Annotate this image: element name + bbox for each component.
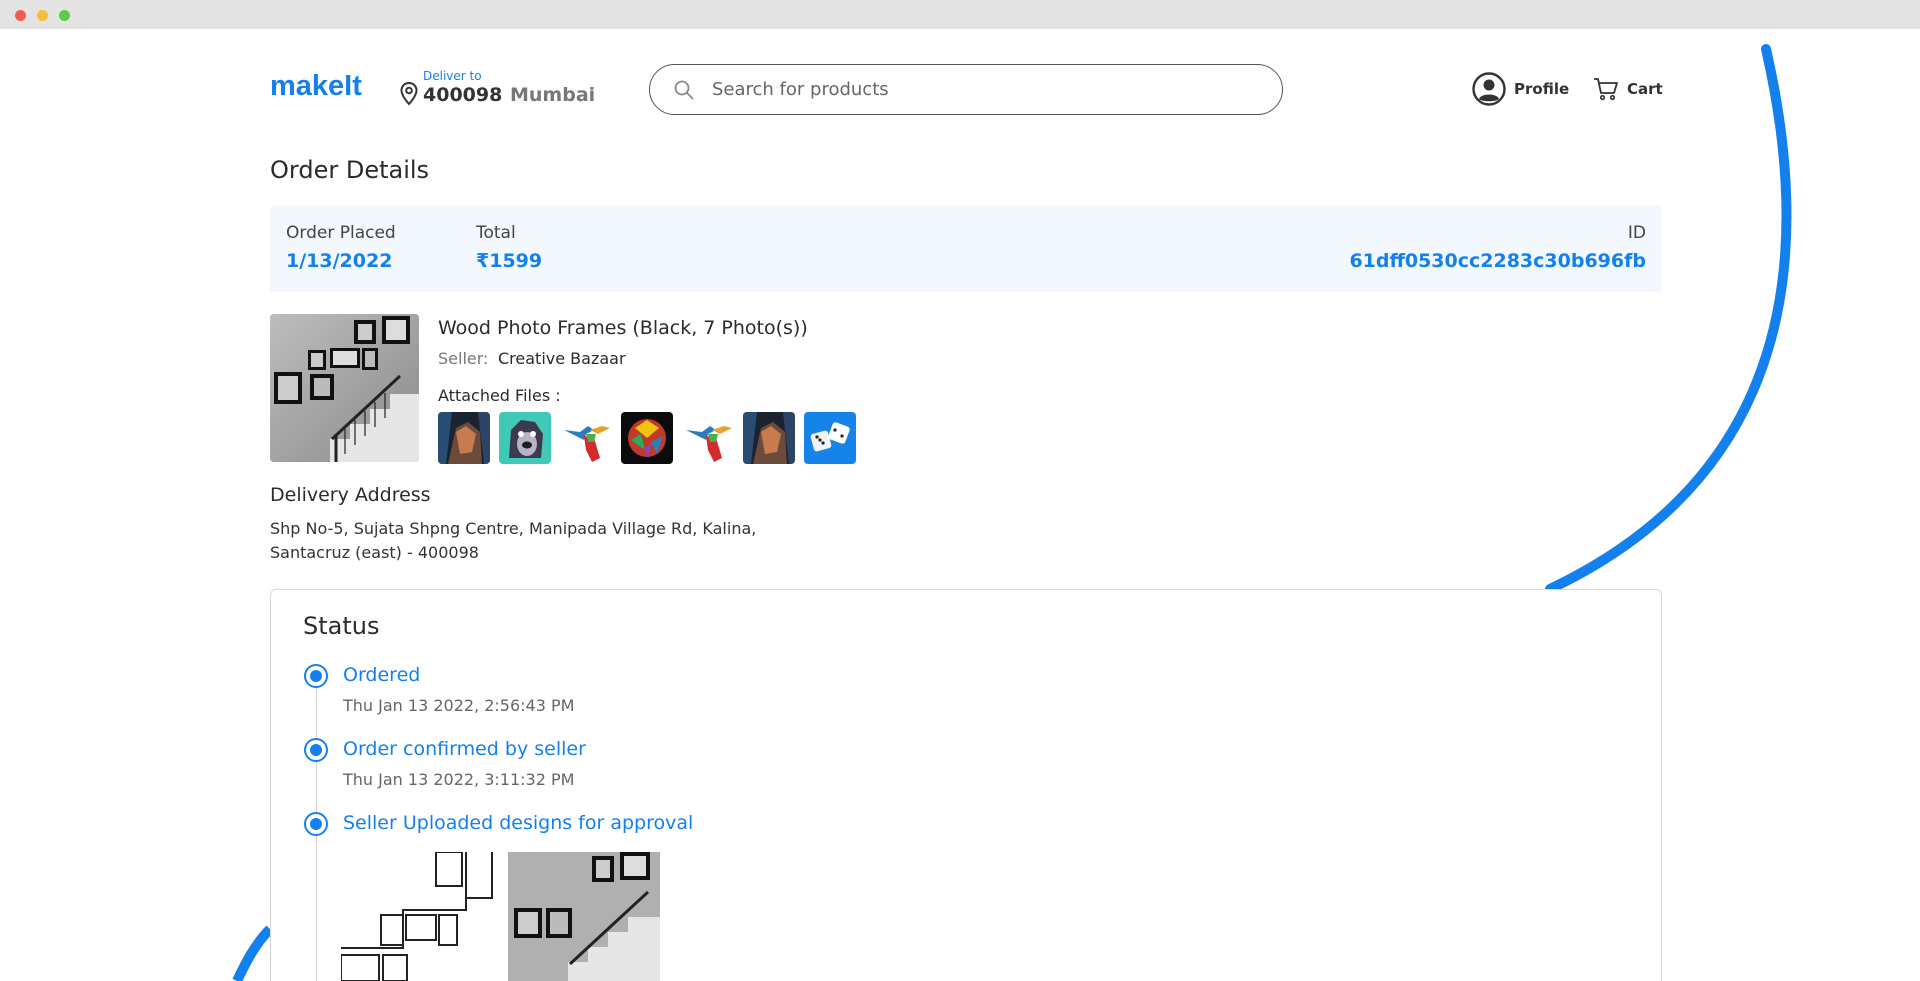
order-id-value: 61dff0530cc2283c30b696fb bbox=[1349, 250, 1646, 272]
search-input[interactable] bbox=[712, 79, 1232, 100]
order-summary-bar: Order Placed 1/13/2022 Total ₹1599 ID 61… bbox=[270, 205, 1662, 292]
seller-label: Seller: bbox=[438, 349, 489, 368]
product-thumbnail[interactable] bbox=[270, 314, 419, 462]
uploaded-design-preview[interactable] bbox=[508, 852, 660, 981]
attached-file-thumbnail[interactable] bbox=[804, 412, 856, 464]
search-bar[interactable] bbox=[649, 64, 1283, 115]
attached-file-thumbnail[interactable] bbox=[560, 412, 612, 464]
status-title: Status bbox=[303, 612, 380, 640]
uploaded-design-sketch[interactable] bbox=[341, 852, 493, 981]
profile-button[interactable]: Profile bbox=[1472, 72, 1569, 106]
browser-title-bar bbox=[0, 0, 1920, 29]
order-id-label: ID bbox=[1627, 223, 1646, 243]
timeline-step-time: Thu Jan 13 2022, 2:56:43 PM bbox=[343, 696, 575, 715]
attached-files-label: Attached Files : bbox=[438, 386, 561, 405]
timeline-step-title: Seller Uploaded designs for approval bbox=[343, 812, 694, 834]
order-total-value: ₹1599 bbox=[476, 250, 543, 272]
timeline-step-marker bbox=[304, 738, 328, 762]
seller-name[interactable]: Creative Bazaar bbox=[498, 349, 626, 368]
minimize-window-button[interactable] bbox=[37, 10, 48, 21]
attached-files-list bbox=[438, 412, 856, 464]
user-avatar-icon bbox=[1472, 72, 1506, 106]
page-viewport: makeIt Deliver to 400098 Mumbai Profile … bbox=[0, 29, 1920, 981]
timeline-step-marker bbox=[304, 812, 328, 836]
cart-button[interactable]: Cart bbox=[1593, 76, 1663, 102]
address-line-1: Shp No-5, Sujata Shpng Centre, Manipada … bbox=[270, 519, 757, 538]
timeline-step-marker bbox=[304, 664, 328, 688]
order-total-label: Total bbox=[476, 223, 516, 243]
delivery-address-title: Delivery Address bbox=[270, 484, 431, 506]
close-window-button[interactable] bbox=[15, 10, 26, 21]
attached-file-thumbnail[interactable] bbox=[438, 412, 490, 464]
order-placed-label: Order Placed bbox=[286, 223, 396, 243]
timeline-step-title: Order confirmed by seller bbox=[343, 738, 586, 760]
cart-label: Cart bbox=[1627, 80, 1663, 98]
attached-file-thumbnail[interactable] bbox=[743, 412, 795, 464]
delivery-city[interactable]: Mumbai bbox=[510, 84, 595, 106]
attached-file-thumbnail[interactable] bbox=[682, 412, 734, 464]
deliver-to-label: Deliver to bbox=[423, 69, 482, 83]
attached-file-thumbnail[interactable] bbox=[621, 412, 673, 464]
page-title: Order Details bbox=[270, 156, 430, 184]
profile-label: Profile bbox=[1514, 80, 1570, 98]
location-pin-icon bbox=[400, 82, 418, 106]
product-title[interactable]: Wood Photo Frames (Black, 7 Photo(s)) bbox=[438, 317, 808, 339]
site-logo[interactable]: makeIt bbox=[270, 70, 362, 103]
attached-file-thumbnail[interactable] bbox=[499, 412, 551, 464]
shopping-cart-icon bbox=[1594, 78, 1618, 101]
timeline-step-time: Thu Jan 13 2022, 3:11:32 PM bbox=[343, 770, 575, 789]
delivery-pincode[interactable]: 400098 bbox=[423, 84, 502, 106]
address-line-2: Santacruz (east) - 400098 bbox=[270, 543, 479, 562]
timeline-step-title: Ordered bbox=[343, 664, 421, 686]
maximize-window-button[interactable] bbox=[59, 10, 70, 21]
order-placed-date: 1/13/2022 bbox=[286, 250, 393, 272]
search-icon[interactable] bbox=[674, 80, 694, 100]
